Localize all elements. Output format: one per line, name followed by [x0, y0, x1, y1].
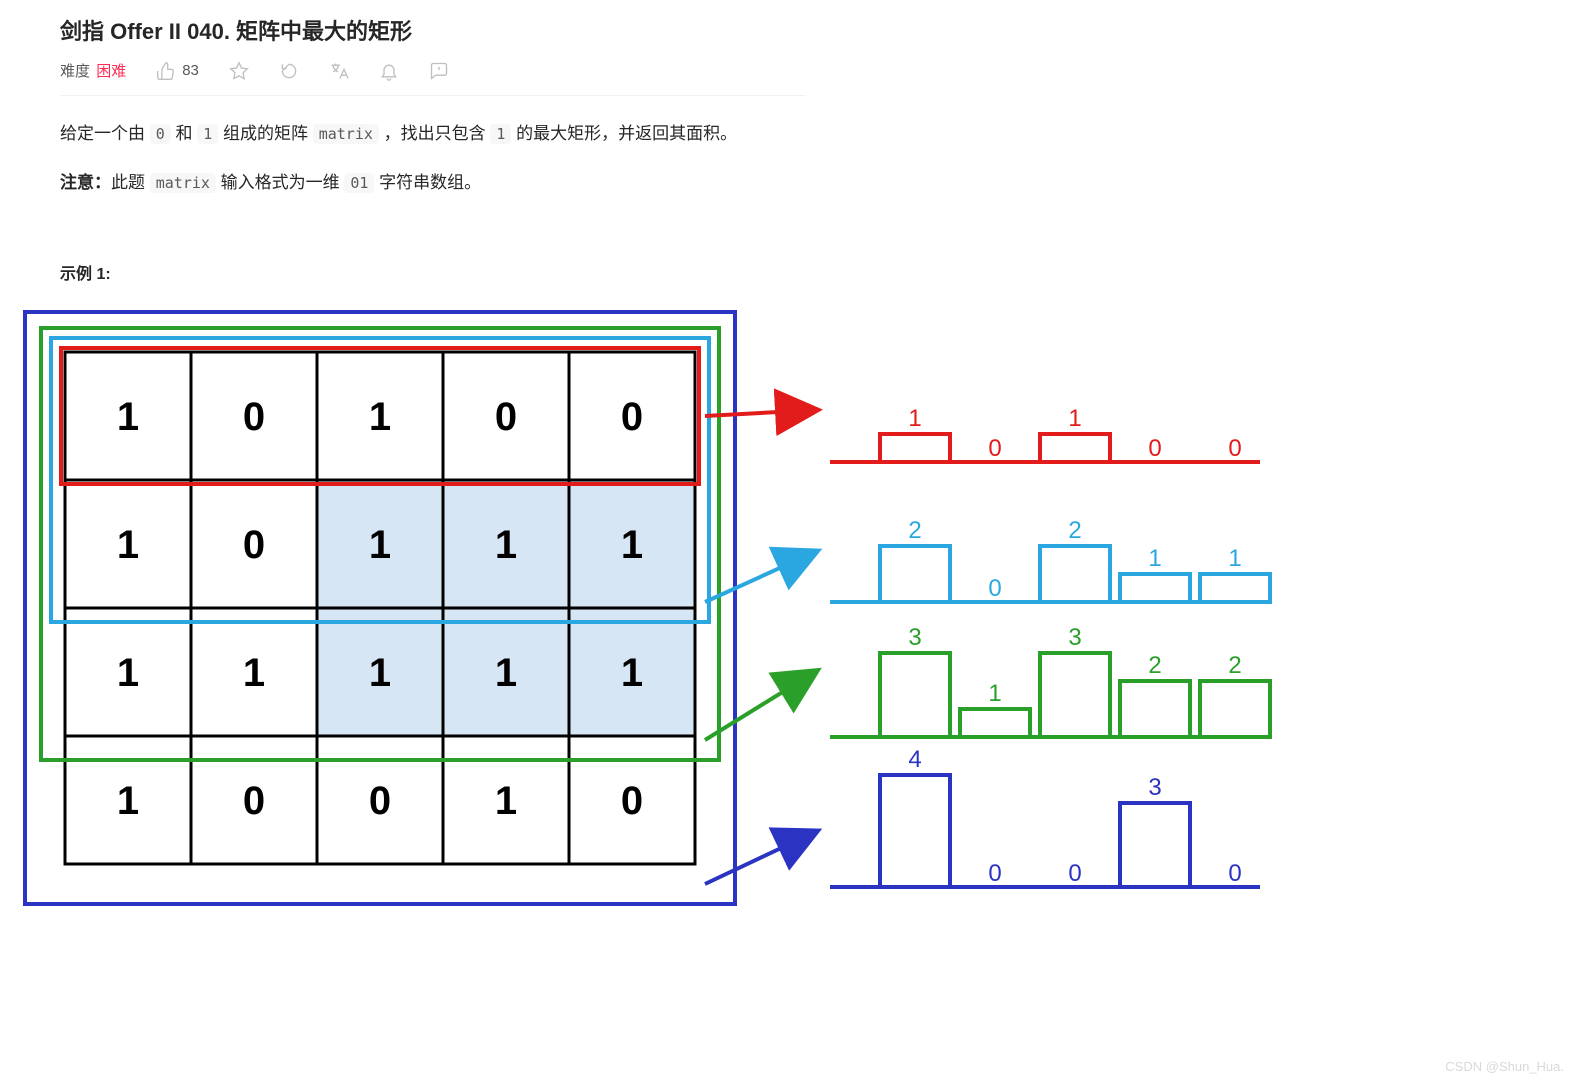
difficulty-label: 难度	[60, 63, 90, 80]
svg-text:2: 2	[908, 517, 921, 544]
code-matrix: matrix	[313, 124, 379, 144]
divider	[60, 95, 805, 96]
translate-icon	[329, 61, 349, 81]
svg-text:1: 1	[495, 523, 517, 567]
svg-text:0: 0	[495, 395, 517, 439]
svg-text:1: 1	[369, 523, 391, 567]
svg-text:0: 0	[1228, 860, 1241, 887]
notification-button[interactable]	[379, 61, 399, 81]
code-matrix-b: matrix	[150, 173, 216, 193]
note-label: 注意：	[60, 173, 111, 192]
svg-text:1: 1	[117, 395, 139, 439]
feedback-button[interactable]	[429, 61, 449, 81]
svg-text:1: 1	[369, 651, 391, 695]
svg-text:1: 1	[621, 651, 643, 695]
like-count: 83	[182, 62, 199, 79]
svg-text:0: 0	[243, 523, 265, 567]
watermark: CSDN @Shun_Hua.	[1445, 1059, 1564, 1074]
svg-text:4: 4	[908, 746, 921, 773]
svg-text:0: 0	[1228, 435, 1241, 462]
feedback-icon	[429, 61, 449, 81]
svg-text:0: 0	[988, 860, 1001, 887]
code-one: 1	[197, 124, 218, 144]
example-label: 示例 1:	[60, 260, 805, 290]
difficulty: 难度 困难	[60, 60, 126, 81]
difficulty-value: 困难	[96, 63, 126, 80]
svg-text:1: 1	[495, 779, 517, 823]
svg-text:0: 0	[243, 395, 265, 439]
svg-text:1: 1	[1148, 545, 1161, 572]
svg-text:2: 2	[1148, 652, 1161, 679]
svg-text:3: 3	[1068, 624, 1081, 651]
share-button[interactable]	[279, 61, 299, 81]
svg-text:3: 3	[1148, 774, 1161, 801]
svg-text:1: 1	[1068, 405, 1081, 432]
share-icon	[279, 61, 299, 81]
code-01: 01	[344, 173, 374, 193]
svg-text:0: 0	[243, 779, 265, 823]
svg-text:1: 1	[117, 779, 139, 823]
svg-text:0: 0	[621, 395, 643, 439]
code-one-b: 1	[490, 124, 511, 144]
svg-text:1: 1	[908, 405, 921, 432]
svg-text:0: 0	[621, 779, 643, 823]
favorite-button[interactable]	[229, 61, 249, 81]
code-zero: 0	[150, 124, 171, 144]
svg-text:0: 0	[988, 435, 1001, 462]
svg-text:0: 0	[1068, 860, 1081, 887]
svg-text:1: 1	[495, 651, 517, 695]
svg-text:1: 1	[117, 523, 139, 567]
svg-text:2: 2	[1068, 517, 1081, 544]
svg-text:1: 1	[243, 651, 265, 695]
like-button[interactable]: 83	[156, 61, 199, 81]
svg-text:3: 3	[908, 624, 921, 651]
svg-text:2: 2	[1228, 652, 1241, 679]
svg-text:1: 1	[621, 523, 643, 567]
svg-text:0: 0	[988, 575, 1001, 602]
svg-text:0: 0	[369, 779, 391, 823]
svg-text:1: 1	[117, 651, 139, 695]
thumbs-up-icon	[156, 61, 176, 81]
star-icon	[229, 61, 249, 81]
svg-text:1: 1	[988, 680, 1001, 707]
svg-text:1: 1	[369, 395, 391, 439]
translate-button[interactable]	[329, 61, 349, 81]
svg-text:1: 1	[1228, 545, 1241, 572]
problem-description: 给定一个由 0 和 1 组成的矩阵 matrix ，找出只包含 1 的最大矩形，…	[60, 118, 805, 290]
algorithm-diagram: 1 0 1 0 0 1 0 1 1 1 1 1 1 1 1 1 0 0 1 0 1 0 1 0 0 2 0 2 1 1 3 1 3 2 2 4 0 0 3 0	[20, 322, 1580, 1057]
svg-text:0: 0	[1148, 435, 1161, 462]
problem-title: 剑指 Offer II 040. 矩阵中最大的矩形	[60, 14, 805, 46]
bell-icon	[379, 61, 399, 81]
